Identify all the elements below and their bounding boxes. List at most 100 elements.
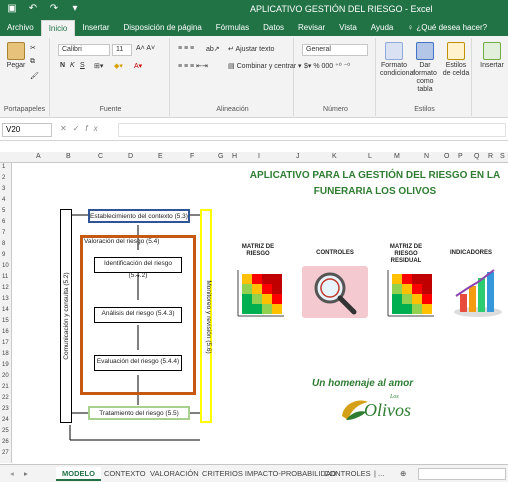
tab-insertar[interactable]: Insertar: [75, 20, 116, 36]
row-header[interactable]: 27: [2, 450, 9, 456]
row-header[interactable]: 12: [2, 285, 9, 291]
row-header[interactable]: 2: [2, 175, 5, 181]
row-header[interactable]: 8: [2, 241, 5, 247]
number-format-combo[interactable]: General: [302, 44, 368, 56]
row-header[interactable]: 22: [2, 395, 9, 401]
row-header[interactable]: 23: [2, 406, 9, 412]
formula-input[interactable]: [118, 123, 506, 137]
copy-icon[interactable]: ⧉: [30, 58, 35, 66]
borders-icon[interactable]: ⊞▾: [94, 62, 103, 70]
tab-archivo[interactable]: Archivo: [0, 20, 41, 36]
col-header[interactable]: N: [424, 153, 429, 160]
cut-icon[interactable]: ✂: [30, 44, 36, 52]
menu-risk-matrix-label[interactable]: MATRIZ DE RIESGO: [238, 244, 278, 258]
tab-datos[interactable]: Datos: [256, 20, 291, 36]
tab-disposicion[interactable]: Disposición de página: [117, 20, 209, 36]
tab-formulas[interactable]: Fórmulas: [209, 20, 256, 36]
col-header[interactable]: I: [258, 153, 260, 160]
col-header[interactable]: R: [488, 153, 493, 160]
cancel-icon[interactable]: ✕: [60, 124, 73, 133]
menu-controls-label[interactable]: CONTROLES: [310, 250, 360, 257]
row-header[interactable]: 24: [2, 417, 9, 423]
row-header[interactable]: 15: [2, 318, 9, 324]
fill-color-icon[interactable]: ◆▾: [114, 62, 123, 70]
col-header[interactable]: F: [190, 153, 194, 160]
row-header[interactable]: 14: [2, 307, 9, 313]
merge-center-button[interactable]: ▤ Combinar y centrar ▾: [228, 62, 302, 70]
conditional-format-button[interactable]: Formato condicional: [380, 42, 415, 78]
row-header[interactable]: 26: [2, 439, 9, 445]
col-header[interactable]: P: [458, 153, 463, 160]
row-header[interactable]: 20: [2, 373, 9, 379]
col-header[interactable]: C: [98, 153, 103, 160]
align-top-icon[interactable]: ≡ ≡ ≡: [178, 45, 194, 52]
col-header[interactable]: O: [444, 153, 449, 160]
col-header[interactable]: H: [232, 153, 237, 160]
col-header[interactable]: J: [296, 153, 300, 160]
undo-icon[interactable]: ↶: [27, 3, 39, 15]
col-header[interactable]: E: [158, 153, 163, 160]
cell-styles-button[interactable]: Estilos de celda: [442, 42, 470, 78]
redo-icon[interactable]: ↷: [48, 3, 60, 15]
tab-inicio[interactable]: Inicio: [40, 20, 76, 36]
row-header[interactable]: 25: [2, 428, 9, 434]
risk-matrix-icon[interactable]: [230, 266, 286, 322]
col-header[interactable]: L: [368, 153, 372, 160]
row-header[interactable]: 9: [2, 252, 5, 258]
tell-me-box[interactable]: ♀ ¿Qué desea hacer?: [400, 20, 494, 36]
menu-residual-matrix-label[interactable]: MATRIZ DE RIESGO RESIDUAL: [382, 244, 430, 265]
row-header[interactable]: 5: [2, 208, 5, 214]
col-header[interactable]: K: [332, 153, 337, 160]
bold-button[interactable]: N: [60, 62, 65, 69]
residual-matrix-icon[interactable]: [380, 266, 436, 322]
insert-cells-button[interactable]: Insertar: [476, 42, 508, 70]
tab-ayuda[interactable]: Ayuda: [364, 20, 401, 36]
row-header[interactable]: 16: [2, 329, 9, 335]
fx-icon[interactable]: fx: [85, 124, 103, 133]
row-header[interactable]: 18: [2, 351, 9, 357]
format-table-button[interactable]: Dar formato como tabla: [410, 42, 440, 94]
next-sheet-icon[interactable]: ▸: [18, 467, 34, 481]
add-sheet-icon[interactable]: ⊕: [394, 467, 412, 481]
font-color-icon[interactable]: A▾: [134, 62, 142, 70]
row-header[interactable]: 11: [2, 274, 8, 280]
italic-button[interactable]: K: [70, 62, 75, 69]
name-box[interactable]: V20: [2, 123, 52, 137]
currency-icon[interactable]: $▾ % 000 ⁺⁰ ⁻⁰: [304, 62, 350, 70]
col-header[interactable]: Q: [474, 153, 479, 160]
col-header[interactable]: S: [500, 153, 505, 160]
magnifier-icon[interactable]: [302, 266, 368, 318]
row-header[interactable]: 10: [2, 263, 9, 269]
paste-button[interactable]: Pegar: [4, 42, 28, 70]
more-sheets[interactable]: | ...: [368, 467, 390, 481]
menu-indicators-label[interactable]: INDICADORES: [446, 250, 496, 257]
col-header[interactable]: G: [218, 153, 223, 160]
col-header[interactable]: M: [394, 153, 400, 160]
row-header[interactable]: 6: [2, 219, 5, 225]
wrap-text-button[interactable]: ↵ Ajustar texto: [228, 45, 274, 53]
font-size-combo[interactable]: 11: [112, 44, 132, 56]
row-header[interactable]: 4: [2, 197, 5, 203]
tab-revisar[interactable]: Revisar: [291, 20, 332, 36]
row-header[interactable]: 21: [2, 384, 9, 390]
col-header[interactable]: D: [128, 153, 133, 160]
row-header[interactable]: 17: [2, 340, 9, 346]
col-header[interactable]: A: [36, 153, 41, 160]
row-header[interactable]: 19: [2, 362, 9, 368]
sheet-tab-modelo[interactable]: MODELO: [56, 467, 101, 481]
font-name-combo[interactable]: Calibri: [58, 44, 110, 56]
horizontal-scrollbar[interactable]: [418, 468, 506, 480]
row-header[interactable]: 13: [2, 296, 9, 302]
save-icon[interactable]: ▣: [6, 3, 18, 15]
row-header[interactable]: 7: [2, 230, 5, 236]
bar-chart-icon[interactable]: [448, 266, 504, 320]
row-header[interactable]: 3: [2, 186, 5, 192]
customize-qat-icon[interactable]: ▾: [69, 3, 81, 15]
align-left-icon[interactable]: ≡ ≡ ≡ ⇤⇥: [178, 62, 208, 70]
underline-button[interactable]: S: [80, 62, 85, 69]
col-header[interactable]: B: [66, 153, 71, 160]
enter-icon[interactable]: ✓: [73, 124, 86, 133]
tab-vista[interactable]: Vista: [332, 20, 364, 36]
orientation-icon[interactable]: ab↗: [206, 45, 220, 53]
row-header[interactable]: 1: [2, 164, 5, 170]
